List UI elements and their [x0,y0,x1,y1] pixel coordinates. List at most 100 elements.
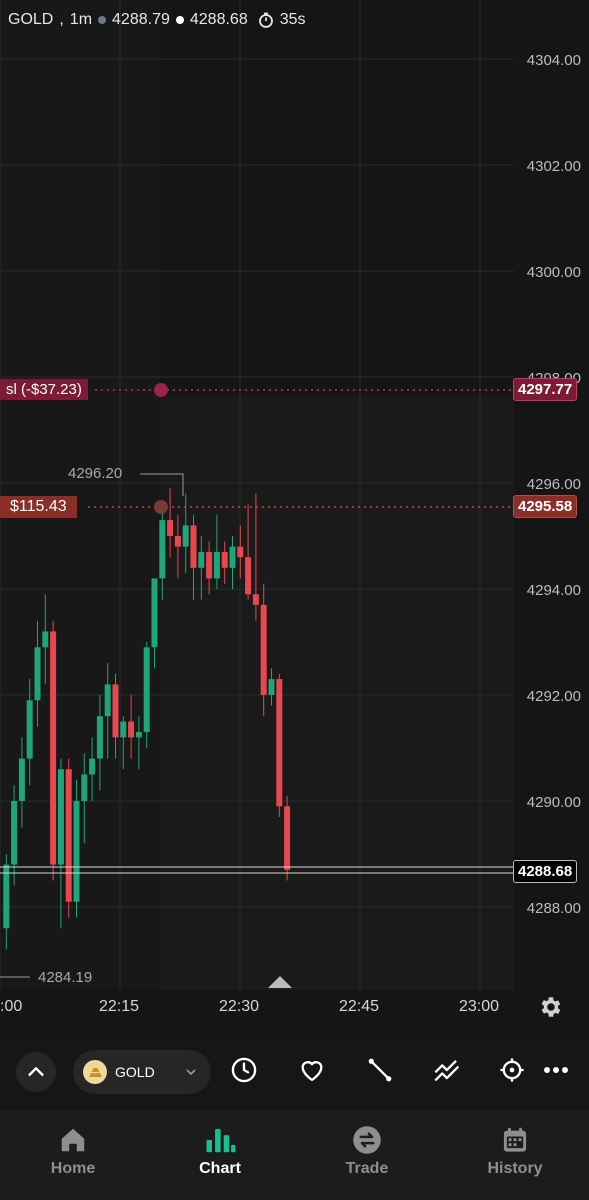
nav-item-chart[interactable]: Chart [160,1120,280,1178]
more-options-button[interactable] [536,1050,576,1090]
candle-body [65,769,72,902]
candle-body [245,557,252,595]
y-tick-label: 4304.00 [526,52,581,69]
candle-body [57,769,64,865]
nav-item-label: Chart [199,1160,241,1177]
candle-body [276,679,283,807]
candle-body [73,801,80,902]
x-tick-label: 22:30 [219,998,260,1015]
candle-body [190,525,197,568]
nav-item-trade[interactable]: Trade [307,1120,427,1178]
position-profit-label[interactable]: $115.43 [0,496,77,518]
candle-body [96,716,103,759]
candle-body [213,551,220,579]
candle-body [50,631,57,865]
session-shade [0,0,160,990]
y-tick-label: 4290.00 [526,794,581,811]
chart-header: GOLD , 1m 4288.79 4288.68 35s [8,11,306,29]
ask-dot-icon [175,16,184,24]
chevron-up-icon [28,1067,44,1076]
y-tick-label: 4302.00 [526,158,581,175]
candle-body [167,520,174,536]
candle-body [135,732,142,738]
candle-body [11,801,18,865]
nav-item-home[interactable]: Home [13,1120,133,1178]
stop-loss-label[interactable]: sl (-$37.23) [0,379,88,400]
candle-body [89,758,96,775]
ask-price: 4288.68 [189,11,248,28]
bid-dot-icon [98,16,107,24]
chart-settings-button[interactable] [538,994,564,1020]
candle-body [151,578,158,648]
candle-body [3,864,10,929]
trendline-tool-button[interactable] [360,1050,400,1090]
candlestick-chart[interactable] [0,0,589,1030]
candle-body [221,551,228,568]
candle-body [268,679,275,695]
y-tick-label: 4288.00 [526,900,581,917]
timeframe-button[interactable] [224,1050,264,1090]
symbol-separator: , [59,11,64,28]
indicators-icon [434,1059,460,1082]
candle-body [81,774,88,801]
candle-body [237,546,244,558]
candle-body [174,536,181,547]
candle-timer: 35s [279,11,306,28]
position-handle [154,500,168,514]
bid-price: 4288.79 [112,11,170,28]
candle-body [206,551,213,579]
clock-icon [231,1057,257,1083]
position-price-tag: 4295.58 [512,495,578,518]
bottom-navigation: Home Chart Trade History [0,1110,589,1200]
chevron-down-icon [186,1069,196,1076]
heart-icon [301,1061,323,1082]
candle-body [26,700,33,759]
chart-area[interactable]: GOLD , 1m 4288.79 4288.68 35s 4304.00 43… [0,0,589,1030]
candle-body [112,684,119,738]
candle-body [198,551,205,568]
x-tick-label: 22:15 [99,998,140,1015]
candle-body [18,758,25,801]
candle-body [252,594,259,605]
nav-item-label: Trade [345,1160,389,1177]
candle-body [104,684,111,717]
nav-item-label: History [487,1160,543,1177]
stop-loss-price-tag: 4297.77 [512,378,578,401]
crosshair-button[interactable] [492,1050,532,1090]
candle-body [42,631,49,648]
candle-body [284,806,291,870]
home-icon [61,1128,85,1152]
chart-toolbar: GOLD [0,1040,589,1106]
stop-loss-handle [154,383,168,397]
candle-body [159,520,166,579]
indicators-button[interactable] [428,1050,468,1090]
candle-body [260,604,267,695]
y-tick-label: 4292.00 [526,688,581,705]
current-price-tag: 4288.68 [512,860,578,883]
collapse-toolbar-button[interactable] [16,1052,56,1092]
gear-icon [541,997,561,1017]
chart-icon [206,1128,236,1153]
symbol-selector[interactable]: GOLD [73,1050,211,1094]
favorite-button[interactable] [292,1050,332,1090]
symbol-name: GOLD [8,11,54,28]
candle-body [143,647,150,733]
calendar-icon [503,1127,527,1152]
candle-body [182,525,189,547]
timeframe-label: 1m [69,11,93,28]
y-tick-label: 4294.00 [526,582,581,599]
trade-icon [353,1126,381,1154]
symbol-selector-label: GOLD [115,1064,155,1080]
low-annotation: 4284.19 [38,969,93,986]
candle-body [128,721,135,738]
more-icon [544,1067,568,1073]
candle-body [229,546,236,568]
y-tick-label: 4296.00 [526,476,581,493]
crosshair-icon [500,1058,524,1082]
y-tick-label: 4300.00 [526,264,581,281]
high-annotation: 4296.20 [68,465,123,482]
nav-item-label: Home [50,1160,96,1177]
x-tick-label: :00 [0,998,23,1015]
nav-item-history[interactable]: History [455,1120,575,1178]
x-tick-label: 22:45 [339,998,380,1015]
